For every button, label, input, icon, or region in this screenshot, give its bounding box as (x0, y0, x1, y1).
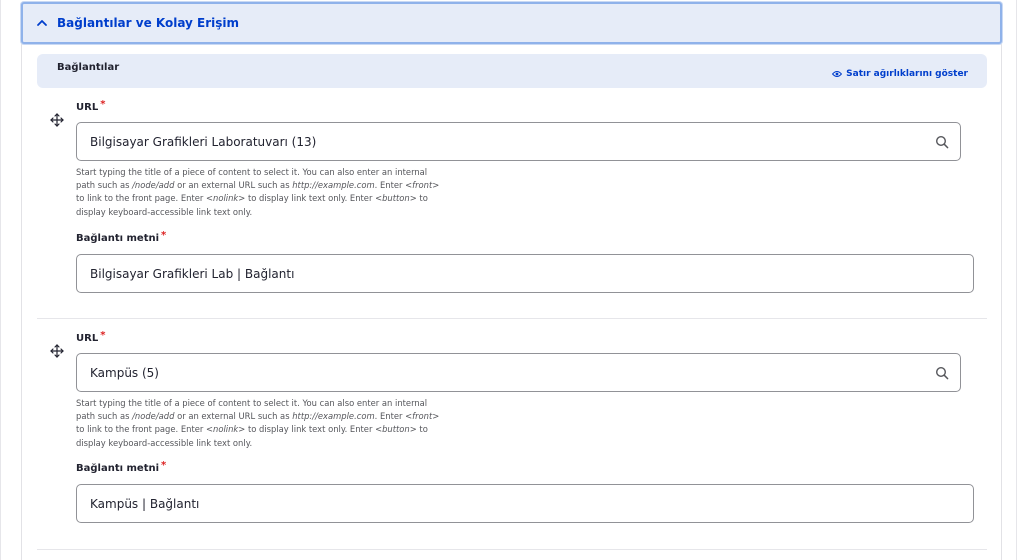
show-row-weights-button[interactable]: Satır ağırlıklarını göster (832, 69, 968, 79)
search-icon (935, 366, 949, 380)
link-text-value: Kampüs | Bağlantı (90, 496, 200, 511)
required-marker: * (161, 230, 167, 241)
required-marker: * (100, 99, 106, 110)
move-handle-icon[interactable] (49, 112, 65, 128)
section-title: Bağlantılar ve Kolay Erişim (57, 16, 240, 30)
search-icon (935, 135, 949, 149)
link-text-value: Bilgisayar Grafikleri Lab | Bağlantı (90, 266, 295, 281)
url-description: Start typing the title of a piece of con… (76, 398, 440, 448)
chevron-up-icon (37, 20, 47, 26)
move-handle-icon[interactable] (49, 343, 65, 359)
url-input-value: Kampüs (5) (90, 365, 159, 380)
url-input[interactable]: Bilgisayar Grafikleri Laboratuvarı (13) (76, 122, 961, 161)
url-label: URL * (76, 330, 106, 344)
table-row: URL * Kampüs (5) Start typing the title o… (37, 327, 987, 550)
required-marker: * (161, 460, 167, 471)
eye-icon (832, 71, 843, 77)
url-description: Start typing the title of a piece of con… (76, 167, 440, 217)
section-toggle[interactable]: Bağlantılar ve Kolay Erişim (21, 2, 1002, 44)
url-label: URL * (76, 99, 106, 113)
required-marker: * (100, 330, 106, 341)
link-text-input[interactable]: Kampüs | Bağlantı (76, 484, 974, 523)
table-row: URL * Bilgisayar Grafikleri Laboratuvarı … (37, 96, 987, 319)
table-header: Bağlantılar Satır ağırlıklarını göster (37, 54, 987, 88)
link-text-label: Bağlantı metni * (76, 460, 167, 474)
link-text-input[interactable]: Bilgisayar Grafikleri Lab | Bağlantı (76, 254, 974, 293)
show-row-weights-label: Satır ağırlıklarını göster (846, 69, 968, 79)
url-input-value: Bilgisayar Grafikleri Laboratuvarı (13) (90, 134, 317, 149)
table-header-label: Bağlantılar (57, 62, 120, 73)
link-text-label: Bağlantı metni * (76, 230, 167, 244)
url-input[interactable]: Kampüs (5) (76, 353, 961, 392)
